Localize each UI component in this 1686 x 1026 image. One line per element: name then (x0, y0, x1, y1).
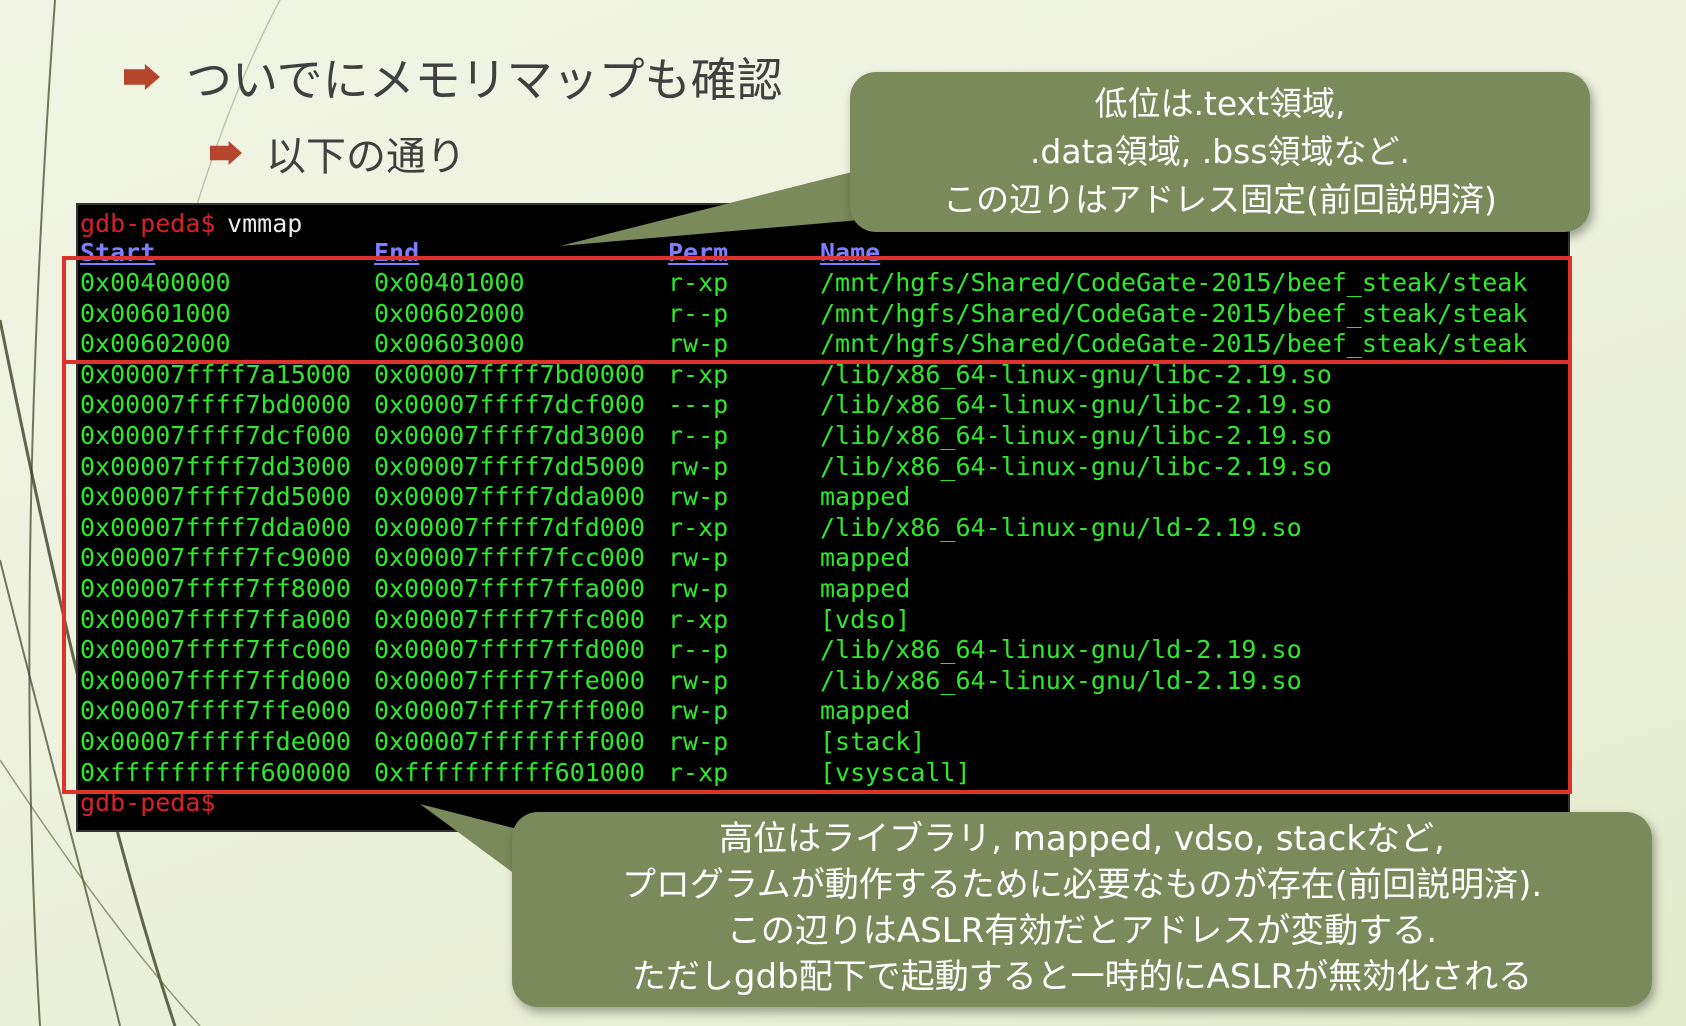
row-start: 0xffffffffff600000 (80, 757, 351, 787)
row-end: 0x00007ffff7dfd000 (374, 512, 645, 542)
table-header: Start End Perm Name (78, 238, 880, 268)
callout-top-line: .data領域, .bss領域など. (1029, 132, 1411, 171)
row-start: 0x00007ffff7dda000 (80, 512, 351, 542)
row-start: 0x00007ffff7a15000 (80, 359, 351, 389)
row-name: /lib/x86_64-linux-gnu/ld-2.19.so (820, 512, 1302, 542)
row-name: /lib/x86_64-linux-gnu/libc-2.19.so (820, 451, 1332, 481)
row-end: 0x00007ffff7dcf000 (374, 390, 645, 420)
row-start: 0x00007ffff7ffe000 (80, 696, 351, 726)
row-perm: r-xp (668, 604, 729, 634)
trailing-prompt-line: gdb-peda$ (78, 788, 215, 818)
row-perm: rw-p (668, 451, 729, 481)
row-end: 0x00007ffff7ffa000 (374, 574, 645, 603)
row-name: /lib/x86_64-linux-gnu/libc-2.19.so (820, 390, 1332, 420)
row-perm: ---p (668, 390, 729, 420)
row-name: /lib/x86_64-linux-gnu/ld-2.19.so (820, 665, 1302, 695)
callout-bottom-line: プログラムが動作するために必要なものが存在(前回説明済). (621, 865, 1543, 905)
callout-top: 低位は.text領域, .data領域, .bss領域など. この辺りはアドレス… (850, 72, 1590, 232)
row-perm: r--p (668, 298, 729, 328)
row-perm: rw-p (668, 482, 729, 512)
terminal-window: gdb-peda$ vmmap Start End Perm Name 0x00… (76, 203, 1570, 832)
header-name: Name (820, 238, 881, 267)
bullet-level2-text: 以下の通り (266, 134, 466, 180)
row-perm: rw-p (668, 329, 729, 359)
row-end: 0x00007ffff7dda000 (374, 482, 645, 512)
row-start: 0x00007ffff7ffc000 (80, 635, 351, 665)
row-start: 0x00602000 (80, 329, 231, 359)
row-end: 0xffffffffff601000 (374, 757, 645, 787)
row-perm: rw-p (668, 727, 729, 756)
row-end: 0x00007ffff7ffc000 (374, 604, 645, 634)
row-name: mapped (820, 574, 911, 603)
bullet-level2: 以下の通り (210, 124, 466, 182)
command-line: gdb-peda$ vmmap (78, 209, 302, 239)
row-start: 0x00007ffff7fc9000 (80, 543, 351, 573)
callout-bottom-line: ただしgdb配下で起動すると一時的にASLRが無効化される (631, 957, 1533, 997)
row-perm: rw-p (668, 696, 729, 726)
row-name: mapped (820, 696, 911, 726)
terminal-prompt: gdb-peda$ (80, 209, 216, 238)
callout-bottom: 高位はライブラリ, mapped, vdso, stackなど, プログラムが動… (512, 812, 1652, 1007)
row-end: 0x00007ffff7ffd000 (374, 635, 645, 665)
row-name: mapped (820, 482, 911, 512)
callout-top-line: 低位は.text領域, (1094, 84, 1346, 123)
row-start: 0x00007ffff7ff8000 (80, 574, 351, 603)
row-start: 0x00601000 (80, 298, 231, 328)
row-start: 0x00007ffff7dcf000 (80, 421, 351, 450)
row-name: /lib/x86_64-linux-gnu/libc-2.19.so (820, 359, 1332, 389)
row-perm: r-xp (668, 757, 729, 787)
row-perm: r-xp (668, 359, 729, 389)
callout-top-line: この辺りはアドレス固定(前回説明済) (943, 180, 1497, 219)
row-start: 0x00400000 (80, 268, 231, 297)
row-name: /lib/x86_64-linux-gnu/ld-2.19.so (820, 635, 1302, 665)
row-start: 0x00007ffff7ffd000 (80, 665, 351, 695)
row-name: [vdso] (820, 604, 911, 634)
row-end: 0x00007ffff7dd5000 (374, 451, 645, 481)
row-start: 0x00007ffff7dd5000 (80, 482, 351, 512)
row-end: 0x00007ffff7fff000 (374, 696, 645, 726)
row-perm: r--p (668, 421, 729, 450)
row-end: 0x00603000 (374, 329, 525, 359)
row-start: 0x00007ffff7bd0000 (80, 390, 351, 420)
row-perm: r-xp (668, 268, 729, 297)
arrow-bullet-icon (124, 64, 160, 90)
terminal-command: vmmap (212, 209, 303, 238)
row-name: /mnt/hgfs/Shared/CodeGate-2015/beef_stea… (820, 298, 1528, 328)
arrow-bullet-icon (210, 141, 242, 165)
row-end: 0x00007ffff7dd3000 (374, 421, 645, 450)
row-perm: rw-p (668, 665, 729, 695)
row-end: 0x00007ffff7bd0000 (374, 359, 645, 389)
row-perm: rw-p (668, 543, 729, 573)
row-start: 0x00007ffffffde000 (80, 727, 351, 756)
row-name: [stack] (820, 727, 926, 756)
bullet-level1: ついでにメモリマップも確認 (124, 44, 783, 110)
callout-bottom-line: この辺りはASLR有効だとアドレスが変動する. (726, 911, 1438, 951)
row-name: /mnt/hgfs/Shared/CodeGate-2015/beef_stea… (820, 268, 1528, 297)
row-end: 0x00602000 (374, 298, 525, 328)
row-end: 0x00007ffff7ffe000 (374, 665, 645, 695)
header-end: End (374, 238, 420, 267)
bullet-level1-text: ついでにメモリマップも確認 (186, 53, 783, 107)
row-name: [vsyscall] (820, 757, 971, 787)
header-start: Start (80, 238, 156, 267)
row-end: 0x00007ffff7fcc000 (374, 543, 645, 573)
row-name: /mnt/hgfs/Shared/CodeGate-2015/beef_stea… (820, 329, 1528, 359)
terminal-prompt: gdb-peda$ (80, 788, 216, 817)
row-perm: r--p (668, 635, 729, 665)
row-end: 0x00401000 (374, 268, 525, 297)
row-perm: rw-p (668, 574, 729, 603)
row-name: mapped (820, 543, 911, 573)
callout-bottom-line: 高位はライブラリ, mapped, vdso, stackなど, (719, 819, 1445, 859)
row-name: /lib/x86_64-linux-gnu/libc-2.19.so (820, 421, 1332, 450)
row-end: 0x00007ffffffff000 (374, 727, 645, 756)
header-perm: Perm (668, 238, 729, 267)
row-start: 0x00007ffff7ffa000 (80, 604, 351, 634)
row-perm: r-xp (668, 512, 729, 542)
row-start: 0x00007ffff7dd3000 (80, 451, 351, 481)
